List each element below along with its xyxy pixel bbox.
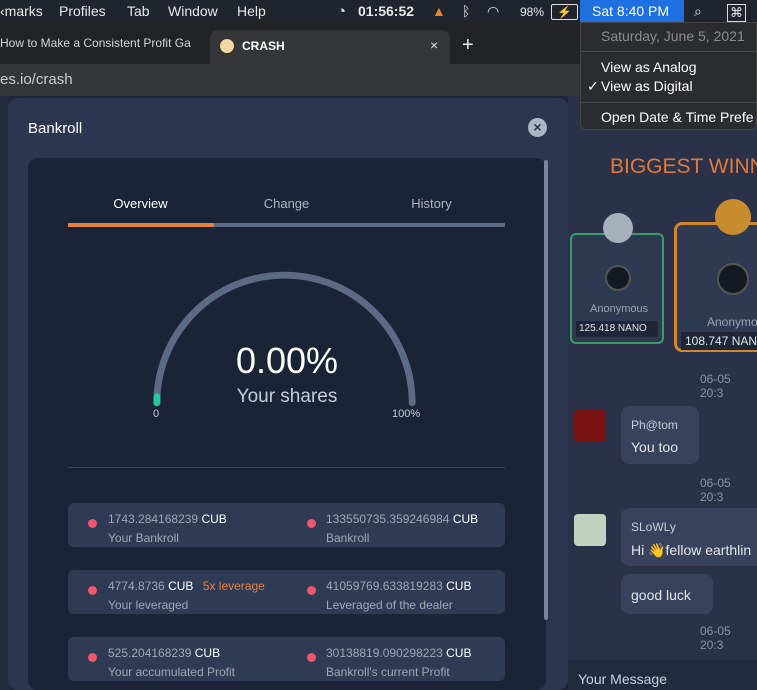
avatar bbox=[717, 263, 749, 295]
stat-value: 133550735.359246984 bbox=[326, 512, 450, 526]
bluetooth-icon[interactable]: ᛒ bbox=[462, 3, 470, 19]
winner-amount: 125.418 NANO bbox=[576, 321, 658, 337]
tab-title: CRASH bbox=[242, 39, 285, 53]
avatar bbox=[605, 265, 631, 291]
leverage-badge: 5x leverage bbox=[202, 579, 265, 593]
shares-percent: 0.00% bbox=[235, 340, 339, 381]
timestamp: 06-05 20:3 bbox=[700, 476, 731, 504]
clock-dropdown-menu: Saturday, June 5, 2021 View as Analog ✓ … bbox=[580, 22, 757, 130]
gauge-min-label: 0 bbox=[153, 408, 160, 420]
timestamp: 06-05 20:3 bbox=[700, 624, 731, 652]
stat-row: 525.204168239 CUB Your accumulated Profi… bbox=[68, 637, 505, 681]
menu-window[interactable]: Window bbox=[168, 3, 218, 19]
stat-value: 4774.8736 bbox=[108, 579, 165, 593]
wifi-icon[interactable]: ◠ bbox=[487, 3, 499, 20]
winner-amount: 108.747 NANO bbox=[681, 332, 757, 350]
spotlight-search-icon[interactable]: ⌕ bbox=[694, 3, 702, 20]
stat-unit: CUB bbox=[168, 579, 194, 593]
message-placeholder: Your Message bbox=[578, 671, 667, 687]
tab-active[interactable]: CRASH × bbox=[210, 30, 450, 64]
dot-icon bbox=[88, 519, 97, 528]
gauge-max-label: 100% bbox=[392, 408, 421, 420]
divider bbox=[581, 51, 757, 52]
stat-label: Your Bankroll bbox=[108, 531, 179, 545]
silver-medal-icon bbox=[603, 213, 633, 243]
chat-message: SLoWLy Hi 👋fellow earthlin bbox=[621, 508, 757, 566]
check-icon: ✓ bbox=[587, 78, 599, 94]
url-text: es.io/crash bbox=[0, 71, 73, 88]
avatar bbox=[574, 410, 606, 442]
timestamp: 06-05 20:3 bbox=[700, 372, 731, 400]
winner-card-2[interactable]: Anonymous 125.418 NANO bbox=[570, 213, 664, 344]
stat-value: 1743.284168239 bbox=[108, 512, 199, 526]
chat-text: Hi 👋fellow earthlin bbox=[631, 542, 752, 558]
winner-card-1[interactable]: Anonymous 108.747 NANO bbox=[674, 199, 757, 352]
menu-profiles[interactable]: Profiles bbox=[59, 3, 106, 19]
stat-unit: CUB bbox=[452, 512, 479, 526]
close-icon[interactable]: × bbox=[528, 118, 547, 137]
menu-tab[interactable]: Tab bbox=[127, 3, 150, 19]
stat-label: Leveraged of the dealer bbox=[326, 598, 453, 612]
stat-unit: CUB bbox=[446, 579, 472, 593]
tab-history[interactable]: History bbox=[359, 196, 504, 211]
menu-help[interactable]: Help bbox=[237, 3, 266, 19]
scrollbar[interactable] bbox=[544, 160, 548, 620]
avatar bbox=[574, 514, 606, 546]
dot-icon bbox=[307, 519, 316, 528]
open-date-time-prefs[interactable]: Open Date & Time Prefe bbox=[601, 109, 754, 125]
tab-indicator-active bbox=[68, 223, 214, 227]
dot-icon bbox=[88, 586, 97, 595]
vlc-icon[interactable]: ▲ bbox=[432, 3, 446, 19]
dot-icon bbox=[307, 653, 316, 662]
divider bbox=[68, 467, 505, 468]
menubar-clock[interactable]: Sat 8:40 PM bbox=[580, 0, 684, 22]
menubar: ‹marks Profiles Tab Window Help ◔ 01:56:… bbox=[0, 0, 757, 22]
stat-unit: CUB bbox=[194, 646, 221, 660]
stat-unit: CUB bbox=[446, 646, 472, 660]
stat-label: Bankroll bbox=[326, 531, 370, 545]
tab-overview[interactable]: Overview bbox=[68, 196, 213, 211]
chat-message: Ph@tom You too bbox=[621, 406, 699, 464]
battery-icon[interactable]: ⚡ bbox=[551, 4, 578, 20]
stat-label: Your leveraged bbox=[108, 598, 189, 612]
shares-label: Your shares bbox=[236, 386, 338, 407]
message-input[interactable]: Your Message bbox=[568, 660, 757, 690]
stat-value: 30138819.090298223 bbox=[326, 646, 443, 660]
winner-name: Anonymous bbox=[707, 315, 757, 329]
stat-label: Bankroll's current Profit bbox=[326, 665, 450, 679]
stat-unit: CUB bbox=[201, 512, 227, 526]
chat-user: Ph@tom bbox=[631, 418, 678, 432]
stat-row: 1743.284168239 CUB Your Bankroll 1335507… bbox=[68, 503, 505, 547]
dropdown-date: Saturday, June 5, 2021 bbox=[601, 28, 745, 44]
stat-row: 4774.8736 CUB 5x leverage Your leveraged… bbox=[68, 570, 505, 614]
view-as-digital[interactable]: View as Digital bbox=[601, 78, 693, 94]
tab-indicator-track bbox=[68, 223, 505, 227]
tab-inactive[interactable]: How to Make a Consistent Profit Ga bbox=[0, 36, 210, 50]
biggest-winners-title: BIGGEST WINN bbox=[610, 155, 757, 178]
stat-value: 41059769.633819283 bbox=[326, 579, 443, 593]
gauge-track bbox=[153, 271, 416, 407]
new-tab-button[interactable]: + bbox=[462, 34, 474, 57]
close-tab-icon[interactable]: × bbox=[430, 37, 438, 53]
chat-text: You too bbox=[631, 439, 678, 455]
dot-icon bbox=[88, 653, 97, 662]
chat-message: good luck bbox=[621, 574, 713, 614]
stat-label: Your accumulated Profit bbox=[108, 665, 235, 679]
view-as-analog[interactable]: View as Analog bbox=[601, 59, 696, 75]
timer-readout[interactable]: 01:56:52 bbox=[358, 3, 414, 19]
gold-medal-icon bbox=[715, 199, 751, 235]
dot-icon bbox=[307, 586, 316, 595]
battery-percent: 98% bbox=[520, 5, 545, 19]
panda-favicon-icon bbox=[218, 37, 236, 55]
menu-bookmarks[interactable]: ‹marks bbox=[0, 3, 43, 19]
tab-change[interactable]: Change bbox=[214, 196, 359, 211]
winner-name: Anonymous bbox=[590, 303, 649, 315]
chat-text: good luck bbox=[631, 587, 691, 603]
control-center-icon[interactable]: ⌘ bbox=[727, 4, 746, 22]
chat-user: SLoWLy bbox=[631, 520, 676, 534]
divider bbox=[581, 102, 757, 103]
timer-icon[interactable]: ◔ bbox=[337, 3, 346, 20]
stat-value: 525.204168239 bbox=[108, 646, 192, 660]
modal-title: Bankroll bbox=[28, 120, 83, 137]
